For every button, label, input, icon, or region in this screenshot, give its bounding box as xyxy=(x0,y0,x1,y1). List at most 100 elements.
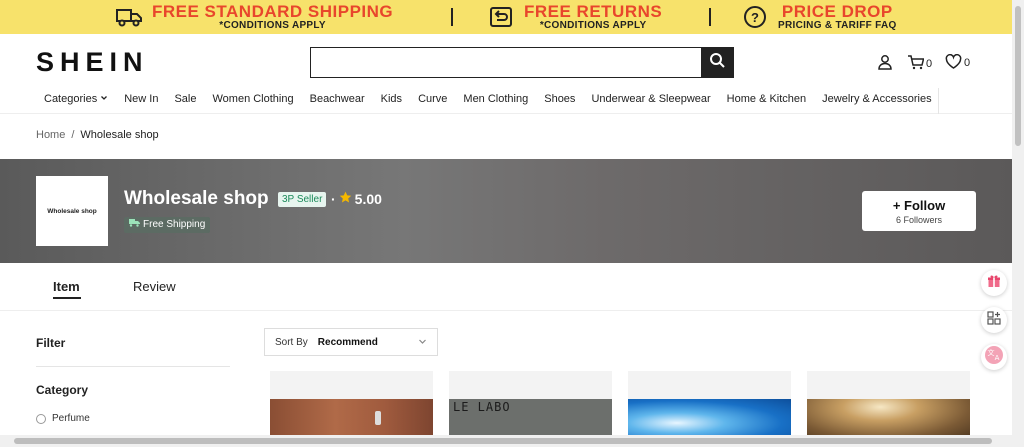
nav-item-label: Men Clothing xyxy=(463,93,529,105)
translate-icon: 文A xyxy=(984,345,1004,370)
vertical-scrollbar[interactable] xyxy=(1012,0,1024,435)
wishlist-count: 0 xyxy=(964,57,971,69)
product-image[interactable] xyxy=(270,399,433,437)
rating-value: 5.00 xyxy=(354,191,382,207)
cart-button[interactable]: 0 xyxy=(907,54,932,73)
rating-separator: · xyxy=(331,191,336,207)
store-name: Wholesale shop xyxy=(124,188,269,209)
qr-code-button[interactable] xyxy=(981,307,1007,333)
return-icon xyxy=(488,5,514,29)
nav-item-label: New In xyxy=(124,93,159,105)
active-tab-indicator xyxy=(53,297,81,299)
nav-item-label: Underwear & Sleepwear xyxy=(591,93,711,105)
nav-item-label: Categories xyxy=(44,93,98,105)
wishlist-button[interactable]: 0 xyxy=(945,53,971,72)
nav-item-shoes[interactable]: Shoes xyxy=(544,93,575,105)
breadcrumb-separator: / xyxy=(71,129,75,141)
promo-price-drop[interactable]: ? PRICE DROP PRICING & TARIFF FAQ xyxy=(742,3,897,31)
promo-title: FREE STANDARD SHIPPING xyxy=(152,2,394,21)
truck-icon xyxy=(116,5,142,29)
promo-free-shipping[interactable]: FREE STANDARD SHIPPING *CONDITIONS APPLY xyxy=(116,3,393,31)
horizontal-scroll-thumb[interactable] xyxy=(14,438,992,444)
search-input[interactable] xyxy=(311,48,701,77)
breadcrumb-home[interactable]: Home xyxy=(36,129,65,141)
followers-count: 6 Followers xyxy=(895,214,942,225)
free-shipping-badge: Free Shipping xyxy=(124,217,211,233)
nav-item-underwear-sleepwear[interactable]: Underwear & Sleepwear xyxy=(591,93,710,105)
nav-item-beachwear[interactable]: Beachwear xyxy=(310,93,365,105)
nav-item-label: Kids xyxy=(380,93,403,105)
store-tabs: Item Review xyxy=(0,263,1012,311)
sort-label: Sort By xyxy=(275,336,308,348)
category-nav: Categories New In Sale Women Clothing Beachw… xyxy=(0,88,1012,114)
promo-title: FREE RETURNS xyxy=(524,2,663,21)
nav-item-men-clothing[interactable]: Men Clothing xyxy=(463,93,528,105)
search-icon xyxy=(709,52,725,73)
gift-button[interactable] xyxy=(981,270,1007,296)
nav-item-categories[interactable]: Categories xyxy=(44,93,108,105)
nav-item-home-kitchen[interactable]: Home & Kitchen xyxy=(727,93,806,105)
nav-item-label: Beachwear xyxy=(309,93,365,105)
breadcrumb: Home / Wholesale shop xyxy=(36,129,159,141)
promo-subtitle: *CONDITIONS APPLY xyxy=(219,20,326,31)
heart-icon xyxy=(945,53,962,72)
product-card[interactable]: LE LABO xyxy=(449,371,612,437)
store-banner: Wholesale shop Wholesale shop 3P Seller … xyxy=(0,159,1012,263)
vertical-scroll-thumb[interactable] xyxy=(1015,6,1021,146)
cart-count: 0 xyxy=(926,57,933,70)
nav-item-label: Jewelry & Accessories xyxy=(822,93,932,105)
nav-divider xyxy=(938,88,939,114)
svg-text:文: 文 xyxy=(988,348,995,357)
tab-item[interactable]: Item xyxy=(53,279,80,294)
promo-divider xyxy=(709,8,711,26)
star-icon xyxy=(339,191,352,207)
product-brand-text: LE LABO xyxy=(453,400,511,414)
svg-text:?: ? xyxy=(751,10,759,25)
cart-icon xyxy=(907,54,925,73)
product-image[interactable] xyxy=(807,399,970,437)
nav-item-label: Shoes xyxy=(544,93,576,105)
product-card[interactable] xyxy=(628,371,791,437)
promo-free-returns[interactable]: FREE RETURNS *CONDITIONS APPLY xyxy=(488,3,662,31)
free-shipping-label: Free Shipping xyxy=(143,219,206,230)
account-button[interactable] xyxy=(877,54,893,73)
nav-item-new-in[interactable]: New In xyxy=(124,93,158,105)
nav-item-sale[interactable]: Sale xyxy=(174,93,196,105)
nav-item-curve[interactable]: Curve xyxy=(418,93,447,105)
breadcrumb-current: Wholesale shop xyxy=(80,129,159,141)
nav-item-label: Women Clothing xyxy=(212,93,294,105)
search-button[interactable] xyxy=(701,48,733,77)
gift-icon xyxy=(987,274,1001,293)
sort-dropdown[interactable]: Sort By Recommend xyxy=(264,328,438,356)
translate-button[interactable]: 文A xyxy=(981,344,1007,370)
nav-item-jewelry-accessories[interactable]: Jewelry & Accessories xyxy=(822,93,931,105)
follow-button[interactable]: + Follow 6 Followers xyxy=(862,191,976,231)
product-card[interactable] xyxy=(270,371,433,437)
svg-text:A: A xyxy=(995,354,1000,362)
search-bar xyxy=(310,47,734,78)
nav-item-women-clothing[interactable]: Women Clothing xyxy=(212,93,293,105)
user-icon xyxy=(877,54,893,73)
category-option-perfume[interactable]: Perfume xyxy=(36,413,90,424)
sort-value: Recommend xyxy=(317,336,378,348)
horizontal-scrollbar[interactable] xyxy=(0,435,1024,447)
product-image[interactable]: LE LABO xyxy=(449,399,612,437)
category-filter-title[interactable]: Category xyxy=(36,383,88,397)
shein-logo[interactable]: SHEIN xyxy=(36,47,149,78)
filter-divider xyxy=(36,366,230,367)
tab-review[interactable]: Review xyxy=(133,279,176,294)
store-logo-text: Wholesale shop xyxy=(47,207,97,215)
nav-item-label: Home & Kitchen xyxy=(726,93,807,105)
page: FREE STANDARD SHIPPING *CONDITIONS APPLY… xyxy=(0,0,1024,447)
promo-subtitle: PRICING & TARIFF FAQ xyxy=(778,20,897,31)
promo-bar: FREE STANDARD SHIPPING *CONDITIONS APPLY… xyxy=(0,0,1012,34)
product-image[interactable] xyxy=(628,399,791,437)
promo-title: PRICE DROP xyxy=(781,2,893,21)
nav-item-kids[interactable]: Kids xyxy=(381,93,402,105)
product-card[interactable] xyxy=(807,371,970,437)
radio-icon[interactable] xyxy=(36,413,46,424)
chevron-down-icon xyxy=(100,93,108,105)
nav-item-label: Sale xyxy=(174,93,197,105)
follow-label: + Follow xyxy=(892,197,946,213)
seller-badge: 3P Seller xyxy=(278,192,327,207)
